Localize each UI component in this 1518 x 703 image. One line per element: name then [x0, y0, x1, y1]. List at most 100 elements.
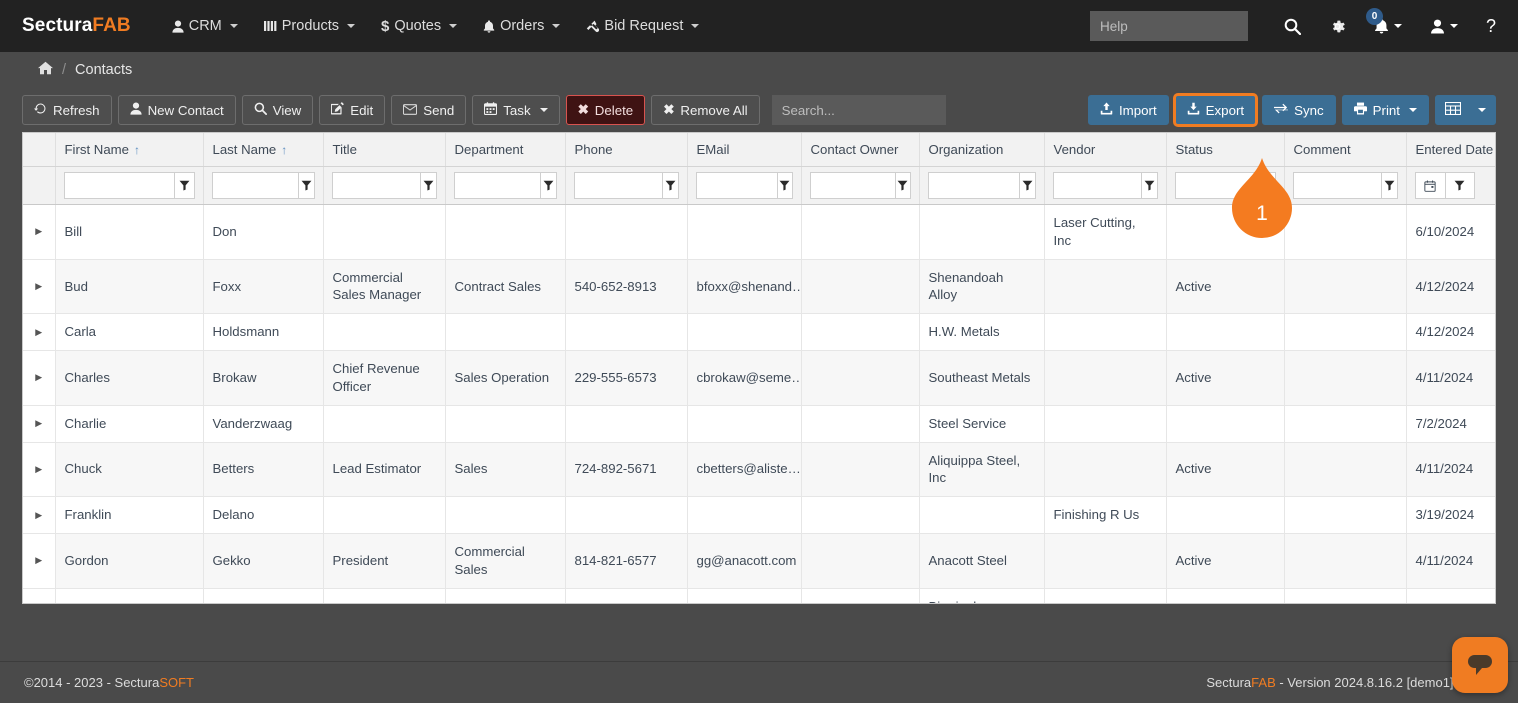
export-button[interactable]: Export — [1175, 95, 1256, 125]
nav-item-bid-request[interactable]: Bid Request — [573, 12, 712, 40]
filter-funnel-icon[interactable] — [1445, 172, 1475, 199]
column-header-last-name[interactable]: Last Name↑ — [203, 133, 323, 167]
edit-button[interactable]: Edit — [319, 95, 385, 125]
filter-funnel-icon[interactable] — [298, 172, 314, 199]
cell-last-name: Brokaw — [203, 351, 323, 406]
row-expander-icon[interactable]: ▶ — [23, 351, 55, 406]
envelope-icon — [403, 103, 417, 118]
filter-funnel-icon[interactable] — [174, 172, 194, 199]
cell-last-name: Gekko — [203, 533, 323, 588]
nav-item-orders[interactable]: Orders — [470, 12, 573, 40]
remove-all-button[interactable]: ✖ Remove All — [651, 95, 759, 125]
breadcrumb-current: Contacts — [75, 62, 132, 78]
row-expander-icon[interactable]: ▶ — [23, 588, 55, 604]
sync-button[interactable]: Sync — [1262, 95, 1336, 125]
help-button[interactable]: ? — [1472, 10, 1500, 43]
row-expander-icon[interactable]: ▶ — [23, 259, 55, 314]
column-header-department[interactable]: Department — [445, 133, 565, 167]
filter-funnel-icon[interactable] — [1260, 172, 1276, 199]
column-header-phone[interactable]: Phone — [565, 133, 687, 167]
filter-funnel-icon[interactable] — [1141, 172, 1157, 199]
column-header-email[interactable]: EMail — [687, 133, 801, 167]
brand-logo[interactable]: SecturaFAB — [22, 15, 131, 37]
settings-button[interactable] — [1315, 12, 1360, 41]
cell-entered-date: 4/11/2024 — [1406, 351, 1496, 406]
row-expander-icon[interactable]: ▶ — [23, 497, 55, 534]
new-contact-button[interactable]: New Contact — [118, 95, 236, 125]
calendar-icon[interactable] — [1415, 172, 1445, 199]
cell-email: gg@anacott.com — [687, 533, 801, 588]
table-row[interactable]: ▶GordonGekkoPresidentCommercial Sales814… — [23, 533, 1496, 588]
filter-input-vendor[interactable] — [1053, 172, 1142, 199]
table-row[interactable]: ▶FranklinDelanoFinishing R Us3/19/2024 — [23, 497, 1496, 534]
filter-funnel-icon[interactable] — [420, 172, 436, 199]
filter-input-status[interactable] — [1175, 172, 1260, 199]
column-header-vendor[interactable]: Vendor — [1044, 133, 1166, 167]
table-row[interactable]: ▶CharlieVanderzwaagSteel Service7/2/2024 — [23, 405, 1496, 442]
cell-first-name: Jackie — [55, 588, 203, 604]
filter-input-email[interactable] — [696, 172, 778, 199]
filter-funnel-icon[interactable] — [662, 172, 678, 199]
filter-funnel-icon[interactable] — [777, 172, 792, 199]
home-icon[interactable] — [38, 61, 53, 79]
search-input[interactable] — [772, 95, 946, 125]
chat-widget-button[interactable] — [1452, 637, 1508, 693]
chevron-down-icon — [1450, 24, 1458, 28]
row-expander-icon[interactable]: ▶ — [23, 314, 55, 351]
filter-input-contact-owner[interactable] — [810, 172, 895, 199]
filter-input-department[interactable] — [454, 172, 541, 199]
filter-funnel-icon[interactable] — [540, 172, 556, 199]
column-header-label: Contact Owner — [811, 142, 899, 157]
cell-first-name: Bill — [55, 205, 203, 260]
cell-vendor — [1044, 442, 1166, 497]
nav-item-crm[interactable]: CRM — [159, 12, 251, 40]
table-row[interactable]: ▶JackieCSalesSalesjaclyn.ciringione…Birm… — [23, 588, 1496, 604]
table-row[interactable]: ▶ChuckBettersLead EstimatorSales724-892-… — [23, 442, 1496, 497]
cell-status: Active — [1166, 351, 1284, 406]
column-header-comment[interactable]: Comment — [1284, 133, 1406, 167]
filter-input-last-name[interactable] — [212, 172, 299, 199]
global-search-button[interactable] — [1270, 12, 1315, 41]
table-row[interactable]: ▶BudFoxxCommercial Sales ManagerContract… — [23, 259, 1496, 314]
column-header-title[interactable]: Title — [323, 133, 445, 167]
row-expander-icon[interactable]: ▶ — [23, 533, 55, 588]
filter-cell-comment — [1284, 167, 1406, 205]
row-expander-icon[interactable]: ▶ — [23, 405, 55, 442]
filter-input-phone[interactable] — [574, 172, 663, 199]
column-header-label: Entered Date — [1416, 142, 1494, 157]
task-button[interactable]: Task — [472, 95, 559, 125]
filter-input-first-name[interactable] — [64, 172, 175, 199]
send-button[interactable]: Send — [391, 95, 466, 125]
column-header-contact-owner[interactable]: Contact Owner — [801, 133, 919, 167]
nav-item-products[interactable]: Products — [251, 12, 368, 40]
notifications-button[interactable]: 0 — [1360, 12, 1416, 40]
help-input[interactable] — [1090, 11, 1248, 41]
column-header-organization[interactable]: Organization — [919, 133, 1044, 167]
table-row[interactable]: ▶CharlesBrokawChief Revenue OfficerSales… — [23, 351, 1496, 406]
filter-funnel-icon[interactable] — [1019, 172, 1036, 199]
view-button[interactable]: View — [242, 95, 314, 125]
table-row[interactable]: ▶BillDonLaser Cutting, Inc6/10/2024 — [23, 205, 1496, 260]
column-header-entered-date[interactable]: Entered Date — [1406, 133, 1496, 167]
print-button[interactable]: Print — [1342, 95, 1429, 125]
column-header-status[interactable]: Status — [1166, 133, 1284, 167]
column-header-first-name[interactable]: First Name↑ — [55, 133, 203, 167]
app-window: SecturaFAB CRM Products $ Quotes Ord — [0, 0, 1518, 703]
filter-input-title[interactable] — [332, 172, 421, 199]
filter-input-comment[interactable] — [1293, 172, 1382, 199]
table-row[interactable]: ▶CarlaHoldsmannH.W. Metals4/12/2024 — [23, 314, 1496, 351]
x-icon: ✖ — [578, 102, 589, 118]
filter-input-organization[interactable] — [928, 172, 1019, 199]
row-expander-icon[interactable]: ▶ — [23, 442, 55, 497]
filter-funnel-icon[interactable] — [1381, 172, 1397, 199]
row-expander-icon[interactable]: ▶ — [23, 205, 55, 260]
column-chooser-button[interactable] — [1435, 95, 1496, 125]
refresh-button[interactable]: Refresh — [22, 95, 112, 125]
import-button[interactable]: Import — [1088, 95, 1169, 125]
nav-item-quotes[interactable]: $ Quotes — [368, 12, 470, 41]
delete-button[interactable]: ✖ Delete — [566, 95, 646, 125]
account-menu-button[interactable] — [1416, 13, 1472, 40]
cell-entered-date: 4/11/2024 — [1406, 533, 1496, 588]
cell-last-name: Delano — [203, 497, 323, 534]
filter-funnel-icon[interactable] — [895, 172, 911, 199]
